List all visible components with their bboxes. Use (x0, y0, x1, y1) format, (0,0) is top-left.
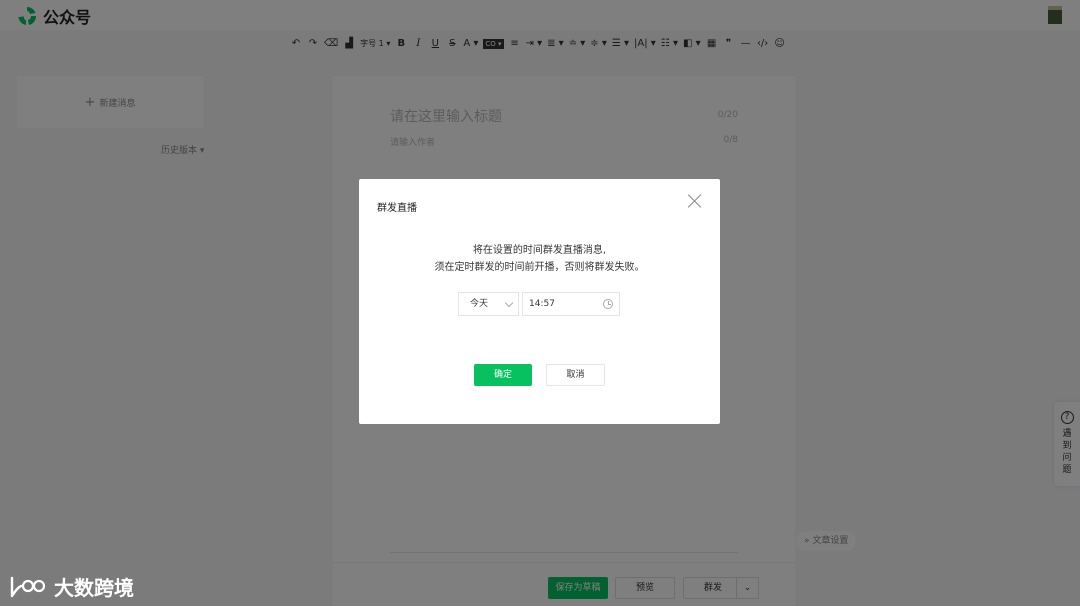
dialog-title: 群发直播 (377, 203, 417, 214)
watermark-logo-icon (10, 576, 46, 597)
clock-icon (603, 299, 613, 309)
close-icon[interactable] (688, 194, 702, 208)
time-input[interactable]: 14:57 (522, 292, 620, 316)
time-value: 14:57 (529, 299, 555, 309)
day-select-value: 今天 (470, 299, 489, 309)
watermark-text: 大数跨境 (54, 576, 134, 600)
confirm-button[interactable]: 确定 (474, 364, 532, 386)
live-broadcast-dialog: 群发直播 将在设置的时间群发直播消息, 须在定时群发的时间前开播，否则将群发失败… (359, 179, 720, 424)
day-select[interactable]: 今天 (458, 292, 519, 316)
cancel-button[interactable]: 取消 (546, 364, 605, 386)
chevron-down-icon (504, 298, 514, 308)
dialog-message-line1: 将在设置的时间群发直播消息, (472, 245, 607, 256)
dialog-message-line2: 须在定时群发的时间前开播，否则将群发失败。 (434, 262, 645, 273)
watermark: 大数跨境 (8, 572, 134, 601)
